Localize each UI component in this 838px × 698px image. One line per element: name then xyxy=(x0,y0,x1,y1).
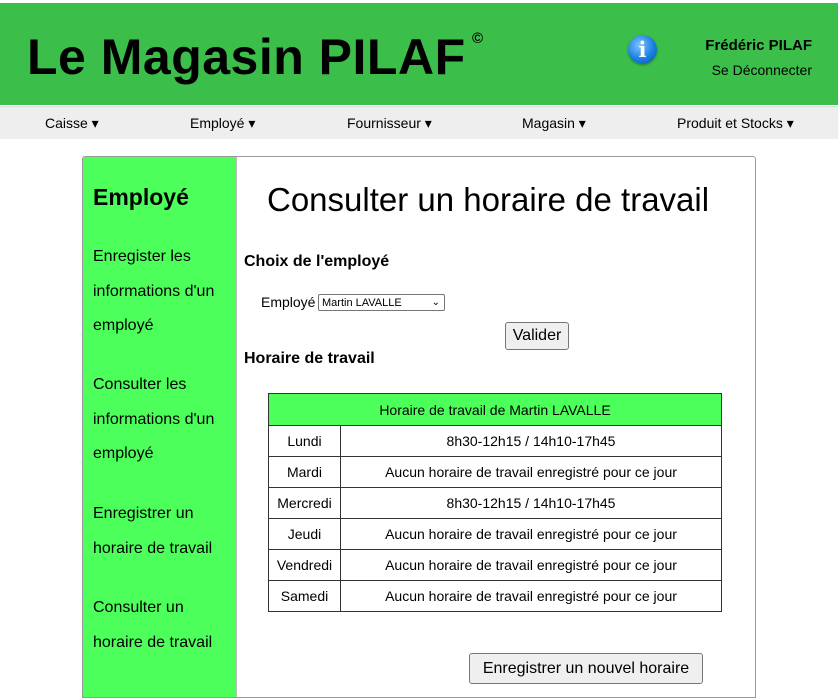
table-row: Jeudi Aucun horaire de travail enregistr… xyxy=(268,518,722,550)
sidebar-title: Employé xyxy=(93,184,189,210)
logout-link[interactable]: Se Déconnecter xyxy=(712,62,812,78)
sidebar-link-consulter-infos[interactable]: Consulter les informations d'un employé xyxy=(93,368,233,472)
hours-cell: Aucun horaire de travail enregistré pour… xyxy=(340,549,722,581)
schedule-heading: Horaire de travail xyxy=(244,350,375,367)
employee-select-value: Martin LAVALLE xyxy=(322,297,402,309)
day-cell: Vendredi xyxy=(268,549,341,581)
hours-cell: 8h30-12h15 / 14h10-17h45 xyxy=(340,487,722,519)
sidebar-link-consulter-horaire[interactable]: Consulter un horaire de travail xyxy=(93,591,233,660)
table-row: Vendredi Aucun horaire de travail enregi… xyxy=(268,549,722,581)
new-schedule-button[interactable]: Enregistrer un nouvel horaire xyxy=(469,653,703,684)
sidebar-link-enregistrer-infos[interactable]: Enregister les informations d'un employé xyxy=(93,240,233,344)
nav-item-employe[interactable]: Employé ▾ xyxy=(190,115,255,132)
hours-cell: Aucun horaire de travail enregistré pour… xyxy=(340,518,722,550)
nav-item-fournisseur[interactable]: Fournisseur ▾ xyxy=(347,115,432,132)
table-row: Mardi Aucun horaire de travail enregistr… xyxy=(268,456,722,488)
content-area: Consulter un horaire de travail Choix de… xyxy=(237,157,755,697)
table-row: Lundi 8h30-12h15 / 14h10-17h45 xyxy=(268,425,722,457)
sidebar: Employé Enregister les informations d'un… xyxy=(83,157,237,697)
info-icon[interactable]: i xyxy=(628,35,657,64)
day-cell: Jeudi xyxy=(268,518,341,550)
nav-item-magasin[interactable]: Magasin ▾ xyxy=(522,115,586,132)
employee-select[interactable]: Martin LAVALLE ⌄ xyxy=(318,294,445,311)
nav-item-caisse[interactable]: Caisse ▾ xyxy=(45,115,99,132)
day-cell: Mardi xyxy=(268,456,341,488)
hours-cell: Aucun horaire de travail enregistré pour… xyxy=(340,580,722,612)
main-nav: Caisse ▾ Employé ▾ Fournisseur ▾ Magasin… xyxy=(0,106,838,139)
employee-choice-heading: Choix de l'employé xyxy=(244,253,390,270)
schedule-table: Horaire de travail de Martin LAVALLE Lun… xyxy=(268,393,722,612)
hours-cell: 8h30-12h15 / 14h10-17h45 xyxy=(340,425,722,457)
sidebar-link-enregistrer-horaire[interactable]: Enregistrer un horaire de travail xyxy=(93,497,233,566)
hours-cell: Aucun horaire de travail enregistré pour… xyxy=(340,456,722,488)
user-name: Frédéric PILAF xyxy=(705,37,812,54)
day-cell: Lundi xyxy=(268,425,341,457)
employee-label: Employé xyxy=(261,294,316,310)
day-cell: Samedi xyxy=(268,580,341,612)
site-header: Le Magasin PILAF © i Frédéric PILAF Se D… xyxy=(0,3,838,105)
brand-title: Le Magasin PILAF xyxy=(27,29,466,85)
table-row: Mercredi 8h30-12h15 / 14h10-17h45 xyxy=(268,487,722,519)
table-row: Samedi Aucun horaire de travail enregist… xyxy=(268,580,722,612)
page-title: Consulter un horaire de travail xyxy=(267,181,710,218)
main-panel: Employé Enregister les informations d'un… xyxy=(82,156,756,698)
table-title: Horaire de travail de Martin LAVALLE xyxy=(268,393,722,426)
validate-button[interactable]: Valider xyxy=(505,322,569,350)
copyright-mark: © xyxy=(472,30,484,47)
day-cell: Mercredi xyxy=(268,487,341,519)
nav-item-produit-stocks[interactable]: Produit et Stocks ▾ xyxy=(677,115,794,132)
table-header-row: Horaire de travail de Martin LAVALLE xyxy=(268,393,722,426)
chevron-down-icon: ⌄ xyxy=(431,297,440,308)
